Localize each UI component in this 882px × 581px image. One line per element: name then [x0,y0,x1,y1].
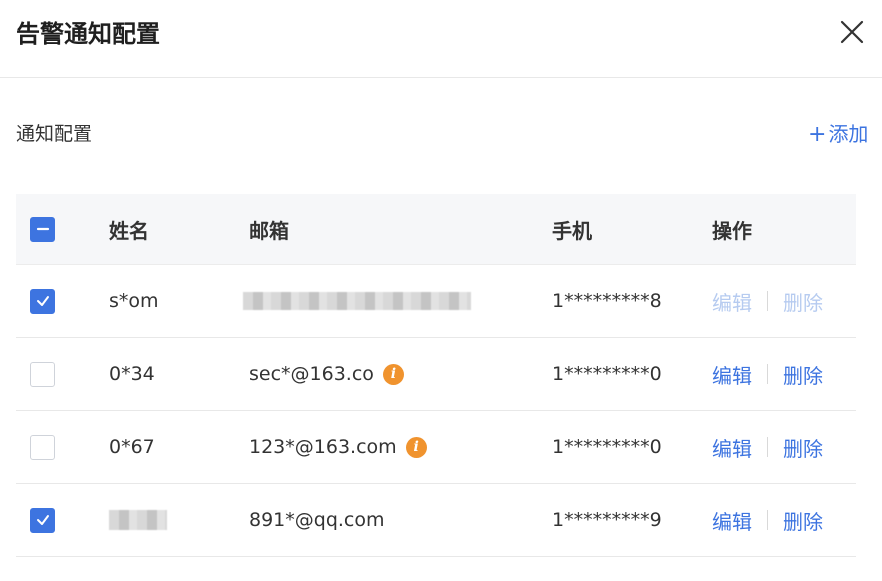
row-checkbox[interactable] [30,288,55,314]
row-checkbox[interactable] [30,434,55,460]
table-row: s*om 1*********8 编辑 删除 [16,265,856,338]
close-button[interactable] [836,16,868,48]
info-icon[interactable]: i [405,436,427,458]
dialog-title: 告警通知配置 [16,20,160,48]
section-title: 通知配置 [16,123,93,145]
name-cell: 0*34 [109,363,155,385]
phone-cell: 1*********0 [552,363,662,385]
actions-cell: 编辑 删除 [712,338,823,410]
actions-cell: 编辑 删除 [712,484,823,556]
close-icon[interactable] [836,16,868,48]
edit-button[interactable]: 编辑 [712,506,752,535]
name-cell: 0*67 [109,436,155,458]
delete-button[interactable]: 删除 [783,360,823,389]
email-cell: 123*@163.com i [249,411,427,483]
row-checkbox[interactable] [30,507,55,533]
delete-button[interactable]: 删除 [783,506,823,535]
table-header-row: 姓名 邮箱 手机 操作 [16,194,856,265]
email-text: 123*@163.com [249,436,397,458]
redacted-email [243,292,471,310]
divider [767,437,768,457]
table-row: 0*34 sec*@163.co i 1*********0 编辑 删除 [16,338,856,411]
email-text: sec*@163.co [249,363,374,385]
actions-cell: 编辑 删除 [712,411,823,483]
table-row: 891*@qq.com 1*********9 编辑 删除 [16,484,856,557]
delete-button[interactable]: 删除 [783,287,823,316]
delete-button[interactable]: 删除 [783,433,823,462]
plus-icon: + [808,122,827,147]
edit-button[interactable]: 编辑 [712,433,752,462]
divider [767,364,768,384]
column-header-email: 邮箱 [249,218,289,243]
add-button[interactable]: + 添加 [808,120,868,149]
email-cell: sec*@163.co i [249,338,404,410]
info-icon[interactable]: i [382,363,404,385]
column-header-actions: 操作 [712,218,752,243]
name-cell [109,484,167,556]
checkmark-icon [36,296,49,306]
name-cell: s*om [109,290,159,312]
minus-icon [36,227,49,231]
dialog-header: 告警通知配置 [0,0,882,78]
phone-cell: 1*********9 [552,509,662,531]
divider [767,291,768,311]
column-header-name: 姓名 [109,218,149,243]
checkmark-icon [36,515,49,525]
select-all-checkbox[interactable] [30,216,55,242]
edit-button[interactable]: 编辑 [712,360,752,389]
edit-button[interactable]: 编辑 [712,287,752,316]
phone-cell: 1*********0 [552,436,662,458]
email-cell: 891*@qq.com [249,509,385,531]
notification-table: 姓名 邮箱 手机 操作 s*om 1*********8 编辑 删除 0*34 … [16,194,856,557]
add-button-label: 添加 [828,122,869,146]
column-header-phone: 手机 [552,218,592,243]
table-row: 0*67 123*@163.com i 1*********0 编辑 删除 [16,411,856,484]
email-cell [243,265,471,337]
redacted-name [109,510,167,530]
actions-cell: 编辑 删除 [712,265,823,337]
row-checkbox[interactable] [30,361,55,387]
phone-cell: 1*********8 [552,290,662,312]
divider [767,510,768,530]
